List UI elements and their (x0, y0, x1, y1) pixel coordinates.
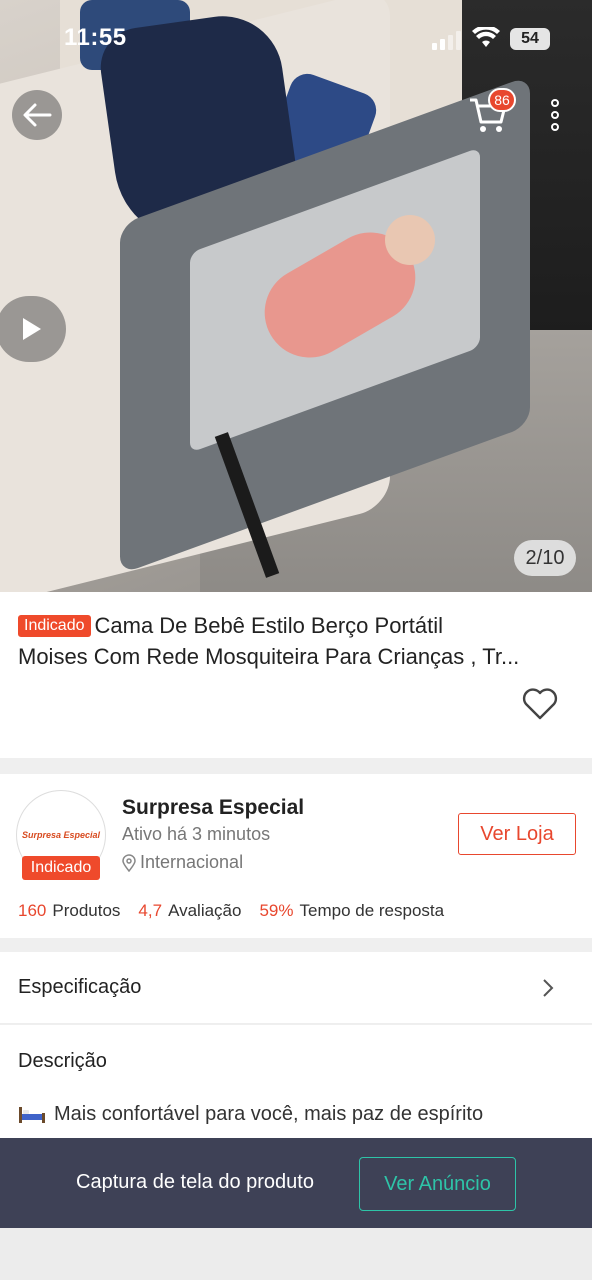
chevron-right-icon (543, 979, 554, 997)
seller-section: Surpresa Especial Indicado Surpresa Espe… (0, 774, 592, 938)
status-bar: 11:55 54 (0, 0, 592, 80)
favorite-heart-icon[interactable] (522, 688, 558, 720)
store-name[interactable]: Surpresa Especial (122, 796, 304, 820)
store-stats: 160 Produtos 4,7 Avaliação 59% Tempo de res… (18, 901, 444, 921)
description-text: Mais confortável para você, mais paz de … (18, 1103, 483, 1126)
view-ad-button[interactable]: Ver Anúncio (359, 1157, 516, 1211)
store-logo-text: Surpresa Especial (21, 830, 101, 840)
product-title-line2: Moises Com Rede Mosquiteira Para Criança… (18, 644, 520, 669)
product-title: Indicado Cama De Bebê Estilo Berço Portát… (18, 610, 576, 672)
battery-indicator: 54 (510, 28, 550, 50)
status-time: 11:55 (64, 24, 127, 51)
specification-label: Especificação (18, 976, 142, 998)
more-options-icon[interactable] (546, 98, 564, 132)
recommended-badge: Indicado (18, 615, 91, 637)
stat-response-time: 59% Tempo de resposta (259, 901, 445, 920)
cart-count-badge: 86 (488, 88, 516, 112)
visit-store-button[interactable]: Ver Loja (458, 813, 576, 855)
play-video-button[interactable] (0, 296, 66, 362)
back-button[interactable] (12, 90, 62, 140)
image-counter: 2/10 (514, 540, 576, 576)
description-section: Descrição Mais confortável para você, ma… (0, 1025, 592, 1140)
image-baby-head (385, 215, 435, 265)
banner-text: Captura de tela do produto (76, 1171, 314, 1193)
specification-row[interactable]: Especificação (0, 952, 592, 1024)
stat-rating: 4,7 Avaliação (138, 901, 242, 920)
description-line: Mais confortável para você, mais paz de … (54, 1103, 484, 1125)
product-title-section: Indicado Cama De Bebê Estilo Berço Portát… (0, 592, 592, 758)
location-pin-icon (122, 853, 136, 872)
store-location: Internacional (122, 852, 243, 873)
stat-products: 160 Produtos (18, 901, 121, 920)
store-recommended-badge: Indicado (22, 856, 100, 880)
bottom-area (0, 1228, 592, 1280)
signal-icon (432, 31, 461, 50)
wifi-icon (472, 27, 500, 47)
play-icon (23, 318, 41, 340)
arrow-left-icon (23, 103, 52, 127)
screenshot-banner: Captura de tela do produto Ver Anúncio (0, 1138, 592, 1228)
description-title: Descrição (18, 1050, 107, 1072)
store-location-text: Internacional (140, 852, 244, 872)
product-title-line1: Cama De Bebê Estilo Berço Portátil (94, 613, 444, 638)
bed-icon (19, 1106, 45, 1123)
product-page: 11:55 54 86 2/10 Indicado Cama De Bebê E… (0, 0, 592, 1280)
store-active-status: Ativo há 3 minutos (122, 824, 271, 844)
